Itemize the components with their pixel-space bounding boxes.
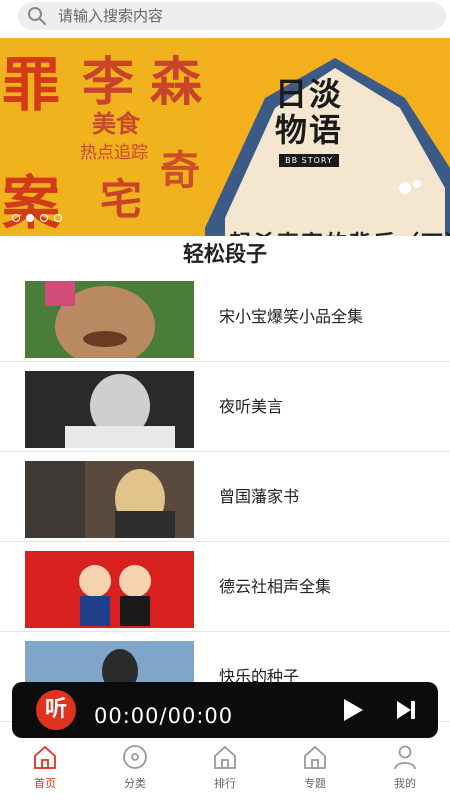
banner-char: 案 xyxy=(2,169,61,236)
carousel-dot-active[interactable] xyxy=(26,214,34,222)
banner-char: 罪 xyxy=(2,51,61,119)
next-track-icon[interactable] xyxy=(392,696,420,724)
tab-category[interactable]: 分类 xyxy=(90,742,180,800)
story-title-line2: 物语 xyxy=(274,111,343,149)
carousel-dots[interactable] xyxy=(12,214,62,222)
thumbnail-image xyxy=(25,281,194,358)
list-item-title: 宋小宝爆笑小品全集 xyxy=(219,307,364,326)
topic-icon xyxy=(304,745,326,769)
list-item[interactable]: 宋小宝爆笑小品全集 xyxy=(0,272,450,362)
tab-label: 我的 xyxy=(394,777,416,790)
disc-icon xyxy=(123,745,147,769)
banner-tag-hot: 热点追踪 xyxy=(80,143,148,163)
carousel-dot[interactable] xyxy=(54,214,62,222)
story-badge: BB STORY xyxy=(279,154,339,167)
banner-char: 森 xyxy=(150,52,203,113)
tab-ranking[interactable]: 排行 xyxy=(180,742,270,800)
play-icon[interactable] xyxy=(338,696,366,724)
carousel-dot[interactable] xyxy=(40,214,48,222)
tab-label: 排行 xyxy=(214,777,236,790)
list-item-title: 夜听美言 xyxy=(219,397,284,416)
list-item-title: 曾国藩家书 xyxy=(219,487,300,506)
banner-caption: 一起杀妻案的背后（下） xyxy=(205,226,450,236)
player-time: 00:00/00:00 xyxy=(94,704,234,728)
search-icon xyxy=(28,7,46,25)
mini-player[interactable]: 听 00:00/00:00 xyxy=(12,682,438,738)
list-item[interactable]: 德云社相声全集 xyxy=(0,542,450,632)
search-box[interactable] xyxy=(18,2,446,30)
story-title-line1: 日淡 xyxy=(274,75,343,113)
list-item-title: 德云社相声全集 xyxy=(219,577,332,596)
player-logo[interactable]: 听 xyxy=(36,690,76,730)
tab-topic[interactable]: 专题 xyxy=(270,742,360,800)
banner-char: 奇 xyxy=(160,147,200,194)
list-item[interactable]: 夜听美言 xyxy=(0,362,450,452)
tab-home[interactable]: 首页 xyxy=(0,742,90,800)
home-icon xyxy=(34,745,56,769)
program-list: 宋小宝爆笑小品全集 夜听美言 曾国藩家书 德云社相声全集 快乐的种子 xyxy=(0,272,450,722)
banner-carousel[interactable]: 罪 案 李 森 奇 美食 热点追踪 宅 日淡 物语 BB STORY 一起杀妻案… xyxy=(0,38,450,236)
tab-label: 首页 xyxy=(34,777,56,790)
bottom-tab-bar: 首页 分类 排行 专题 我的 xyxy=(0,742,450,800)
tab-label: 专题 xyxy=(304,777,326,790)
story-logo: 日淡 物语 BB STORY xyxy=(244,76,374,167)
banner-char: 宅 xyxy=(100,175,143,224)
thumbnail-image xyxy=(25,551,194,628)
carousel-dot[interactable] xyxy=(12,214,20,222)
thumbnail-image xyxy=(25,371,194,448)
search-input[interactable] xyxy=(58,2,418,30)
search-bar xyxy=(0,0,450,34)
list-item[interactable]: 曾国藩家书 xyxy=(0,452,450,542)
profile-icon xyxy=(394,745,416,770)
section-title: 轻松段子 xyxy=(183,242,267,266)
ranking-icon xyxy=(214,745,236,769)
banner-tag-food: 美食 xyxy=(92,109,140,138)
tab-profile[interactable]: 我的 xyxy=(360,742,450,800)
tab-label: 分类 xyxy=(124,777,146,790)
thumbnail-image xyxy=(25,461,194,538)
